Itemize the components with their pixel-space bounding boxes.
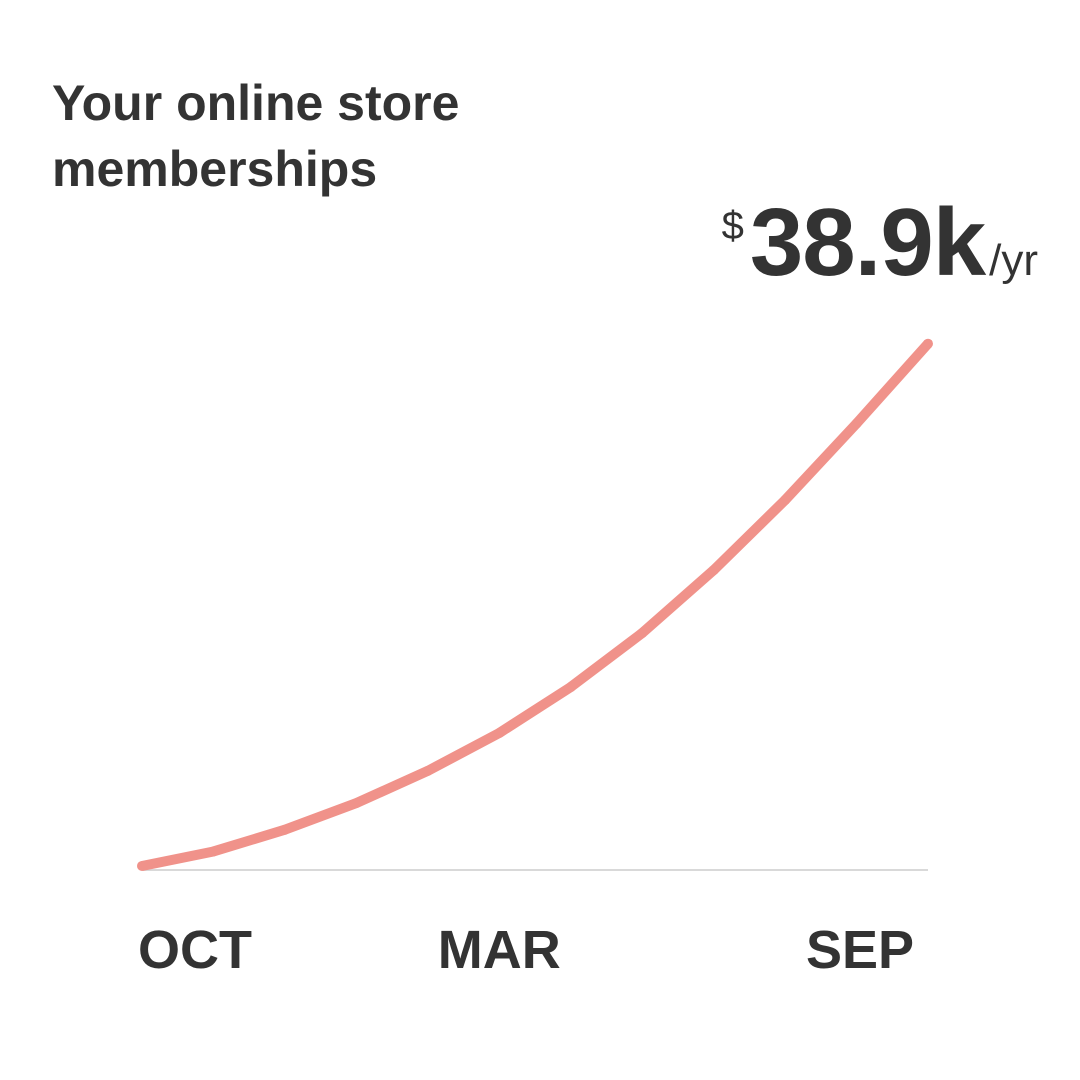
- data-point-aug: [851, 418, 862, 429]
- data-point-oct: [137, 860, 147, 871]
- data-point-nov: [208, 846, 219, 857]
- x-tick-label-sep: SEP: [806, 920, 914, 980]
- data-point-mar: [494, 727, 505, 738]
- data-point-feb: [422, 765, 433, 776]
- data-point-may: [637, 628, 648, 639]
- data-point-sep: [923, 338, 933, 349]
- data-point-jul: [780, 495, 791, 506]
- x-tick-label-oct: OCT: [138, 920, 252, 980]
- series-line: [141, 340, 932, 871]
- data-point-apr: [565, 682, 576, 693]
- data-point-jan: [351, 798, 362, 809]
- data-points: [137, 338, 933, 871]
- data-point-dec: [279, 824, 290, 835]
- data-point-jun: [708, 565, 719, 576]
- x-axis-ticks: OCT MAR SEP: [138, 920, 914, 980]
- line-chart: OCT MAR SEP: [137, 338, 933, 980]
- x-tick-label-mar: MAR: [438, 920, 561, 980]
